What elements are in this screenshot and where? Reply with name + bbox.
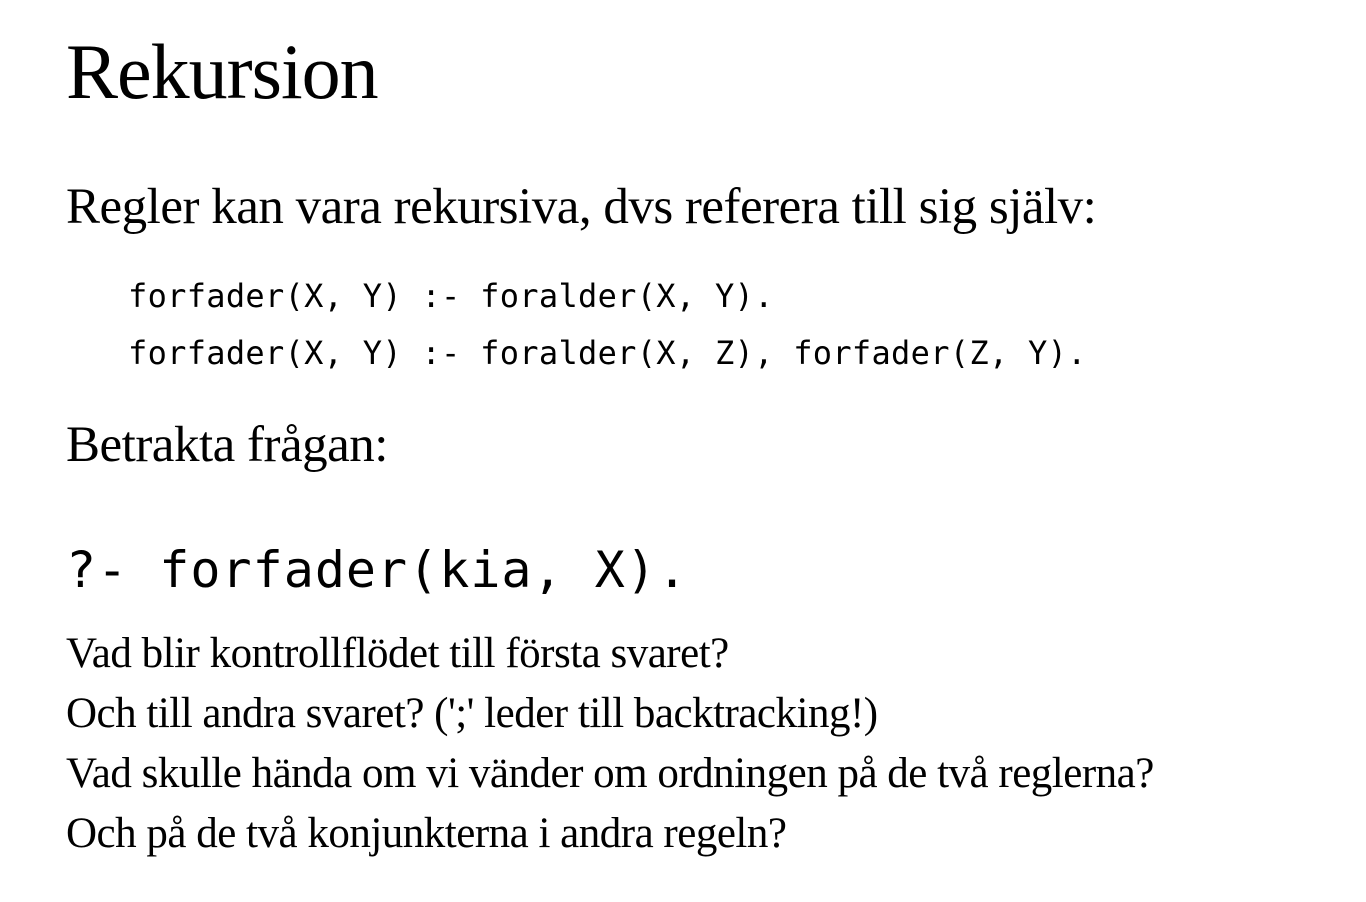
question-list: Vad blir kontrollflödet till första svar… (66, 624, 1154, 864)
consider-text: Betrakta frågan: (66, 417, 388, 473)
code-line-base-rule: forfader(X, Y) :- foralder(X, Y). (128, 277, 774, 315)
question-item: Och till andra svaret? (';' leder till b… (66, 690, 878, 737)
question-item: Vad skulle hända om vi vänder om ordning… (66, 750, 1154, 797)
slide-title: Rekursion (66, 28, 379, 115)
slide: Rekursion Regler kan vara rekursiva, dvs… (0, 0, 1366, 902)
question-item: Vad blir kontrollflödet till första svar… (66, 630, 729, 677)
question-item: Och på de två konjunkterna i andra regel… (66, 810, 787, 857)
intro-text: Regler kan vara rekursiva, dvs referera … (66, 179, 1097, 235)
query-code: ?- forfader(kia, X). (66, 541, 689, 599)
code-line-recursive-rule: forfader(X, Y) :- foralder(X, Z), forfad… (128, 334, 1087, 372)
code-block: forfader(X, Y) :- foralder(X, Y). forfad… (128, 268, 1087, 382)
